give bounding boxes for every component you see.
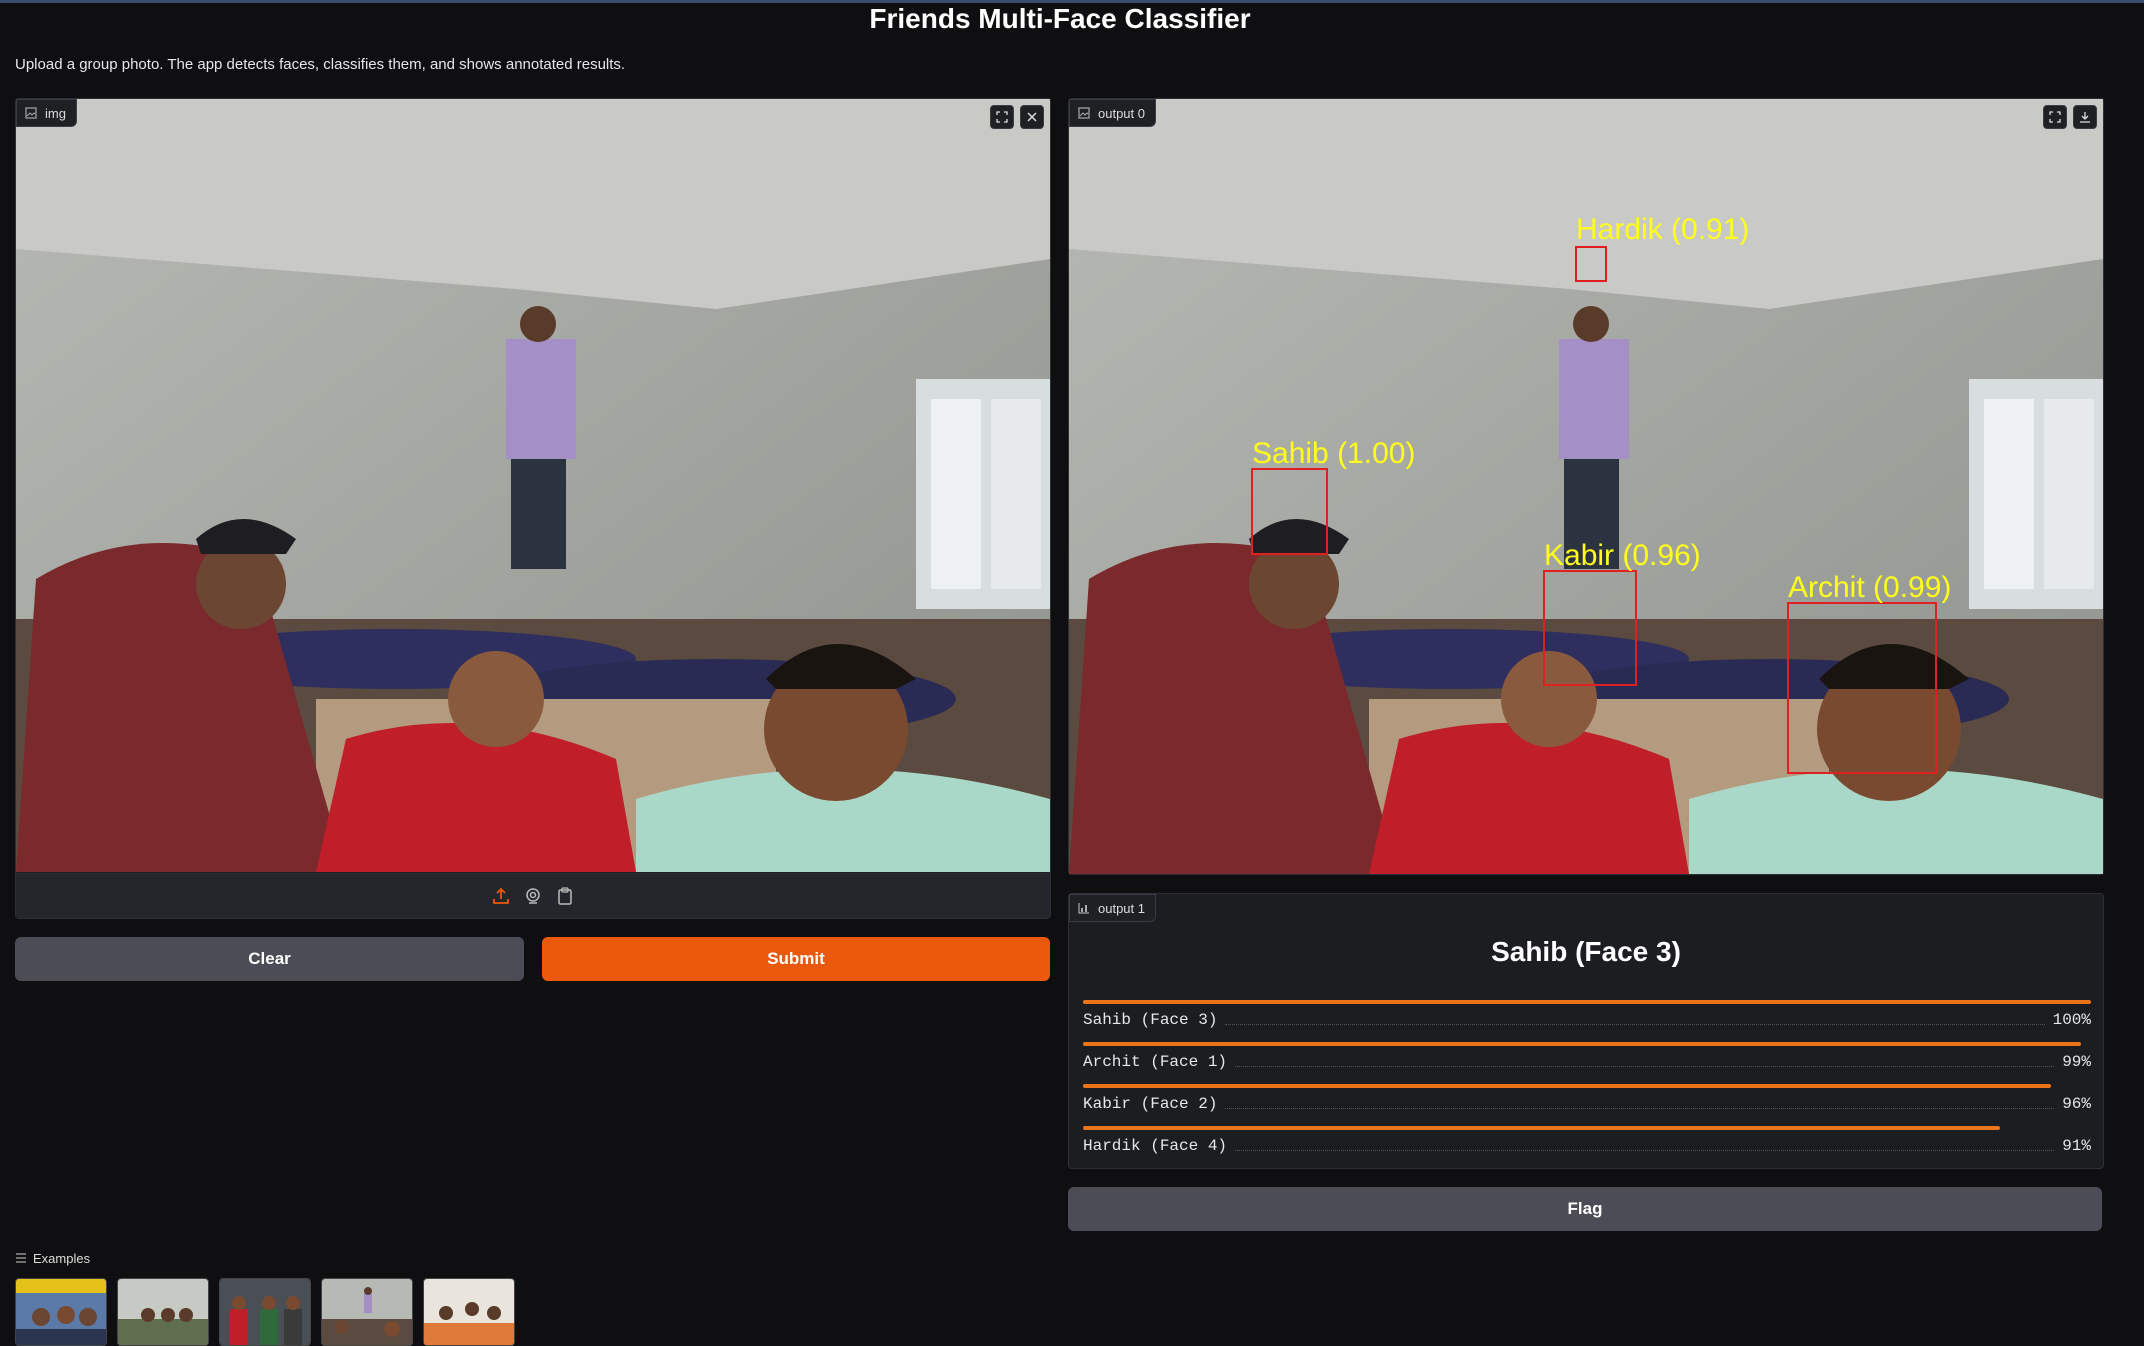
confidence-bar <box>1083 1042 2081 1046</box>
confidence-percent: 91% <box>2062 1137 2091 1155</box>
examples-label: Examples <box>33 1251 91 1266</box>
page-title: Friends Multi-Face Classifier <box>869 3 1251 34</box>
confidence-list: Sahib (Face 3) 100% Archit (Face 1) 99% … <box>1083 1000 2091 1168</box>
example-thumbnail[interactable] <box>117 1278 209 1346</box>
flag-button[interactable]: Flag <box>1068 1187 2102 1231</box>
confidence-name: Archit (Face 1) <box>1083 1053 1228 1071</box>
confidence-percent: 100% <box>2052 1011 2091 1029</box>
input-panel-label: img <box>16 99 77 127</box>
image-source-bar <box>16 873 1050 918</box>
example-thumbnail[interactable] <box>321 1278 413 1346</box>
confidence-row: Kabir (Face 2) 96% <box>1083 1084 2091 1126</box>
image-icon <box>25 107 37 119</box>
download-icon[interactable] <box>2073 105 2097 129</box>
fullscreen-icon[interactable] <box>2043 105 2067 129</box>
submit-button[interactable]: Submit <box>542 937 1050 981</box>
examples-gallery <box>15 1278 515 1346</box>
svg-text:Archit (0.99): Archit (0.99) <box>1788 571 1951 604</box>
confidence-percent: 99% <box>2062 1053 2091 1071</box>
output1-label-panel: output 1 Sahib (Face 3) Sahib (Face 3) 1… <box>1068 893 2104 1169</box>
confidence-row: Hardik (Face 4) 91% <box>1083 1126 2091 1168</box>
webcam-icon[interactable] <box>524 887 542 905</box>
page-description: Upload a group photo. The app detects fa… <box>15 56 626 73</box>
confidence-bar <box>1083 1126 2001 1130</box>
upload-icon[interactable] <box>492 887 510 905</box>
input-image-panel[interactable]: img <box>15 98 1051 919</box>
fullscreen-icon[interactable] <box>990 105 1014 129</box>
output0-panel-label: output 0 <box>1069 99 1156 127</box>
predicted-label: Sahib (Face 3) <box>1491 936 1681 967</box>
svg-text:Hardik (0.91): Hardik (0.91) <box>1576 213 1749 246</box>
confidence-row: Sahib (Face 3) 100% <box>1083 1000 2091 1042</box>
svg-text:Kabir (0.96): Kabir (0.96) <box>1544 539 1701 572</box>
confidence-name: Sahib (Face 3) <box>1083 1011 1218 1029</box>
example-thumbnail[interactable] <box>15 1278 107 1346</box>
label-icon <box>1078 902 1090 914</box>
output0-panel-label-text: output 0 <box>1098 105 1145 121</box>
clipboard-icon[interactable] <box>556 887 574 905</box>
confidence-percent: 96% <box>2062 1095 2091 1113</box>
input-panel-label-text: img <box>45 105 66 121</box>
output1-panel-label: output 1 <box>1069 894 1156 922</box>
confidence-name: Kabir (Face 2) <box>1083 1095 1218 1113</box>
example-thumbnail[interactable] <box>219 1278 311 1346</box>
confidence-bar <box>1083 1084 2051 1088</box>
svg-text:Sahib (1.00): Sahib (1.00) <box>1252 437 1415 470</box>
annotated-photo: Hardik (0.91) Sahib (1.00) Kabir (0.96) … <box>1069 99 2103 874</box>
confidence-name: Hardik (Face 4) <box>1083 1137 1228 1155</box>
close-icon[interactable] <box>1020 105 1044 129</box>
output0-image-panel: output 0 Hardik (0.91) Sahib (1.00) Kabi… <box>1068 98 2104 875</box>
clear-button[interactable]: Clear <box>15 937 524 981</box>
example-thumbnail[interactable] <box>423 1278 515 1346</box>
output1-panel-label-text: output 1 <box>1098 900 1145 916</box>
image-icon <box>1078 107 1090 119</box>
examples-header: Examples <box>15 1251 90 1266</box>
list-icon <box>15 1251 27 1266</box>
confidence-row: Archit (Face 1) 99% <box>1083 1042 2091 1084</box>
confidence-bar <box>1083 1000 2091 1004</box>
input-photo <box>16 99 1050 872</box>
